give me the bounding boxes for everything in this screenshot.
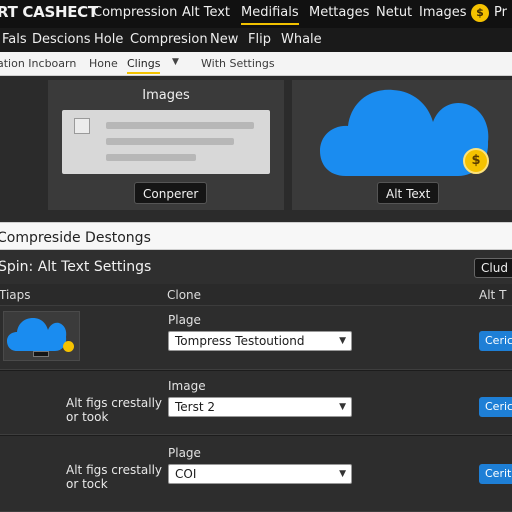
field-label: Image: [168, 379, 206, 393]
cloud-icon: [7, 318, 67, 351]
settings-bar: Spin: Alt Text Settings: [0, 250, 512, 284]
table-header: Tiaps Clone Alt T: [0, 284, 512, 306]
compress-button[interactable]: Conperer: [134, 182, 208, 204]
nav-medifials[interactable]: Medifials: [241, 5, 299, 25]
column-header: Clone: [167, 288, 202, 302]
images-card-title: Images: [142, 88, 190, 103]
select-value: Tompress Testoutiond: [175, 334, 305, 348]
generate-button[interactable]: Ceric: [479, 397, 512, 417]
app-brand: RT CASHECT: [0, 3, 98, 21]
field-label: Plage: [168, 313, 201, 327]
top-nav: RT CASHECT Compression Alt Text Medifial…: [0, 0, 512, 28]
nav-compression[interactable]: Compression: [93, 5, 177, 20]
field-label: Plage: [168, 446, 201, 460]
menu-descions[interactable]: Descions: [32, 32, 91, 47]
tab-hone[interactable]: Hone: [89, 57, 118, 70]
coin-icon: [63, 341, 74, 352]
thumbnail-badge: [33, 351, 49, 357]
menu-bar: Fals Descions Hole Compresion New Flip W…: [0, 28, 512, 52]
tab-strip: ation Incboarn Hone Clings ▼ With Settin…: [0, 52, 512, 76]
nav-netut[interactable]: Netut: [376, 5, 412, 20]
placeholder-line: [106, 122, 254, 129]
menu-fals[interactable]: Fals: [2, 32, 27, 47]
select-dropdown[interactable]: Tompress Testoutiond ▼: [168, 331, 352, 351]
menu-whale[interactable]: Whale: [281, 32, 322, 47]
select-value: Terst 2: [175, 400, 216, 414]
chevron-down-icon: ▼: [339, 469, 346, 479]
select-dropdown[interactable]: COI ▼: [168, 464, 352, 484]
nav-mettages[interactable]: Mettages: [309, 5, 369, 20]
alt-text-button[interactable]: Alt Text: [377, 182, 440, 204]
generate-button[interactable]: Ceric: [479, 331, 512, 351]
row-label: Alt figs crestally or took: [66, 396, 163, 424]
generate-button[interactable]: Cerit: [479, 464, 512, 484]
row-label: Alt figs crestally or tock: [66, 463, 163, 491]
placeholder-line: [106, 154, 196, 161]
nav-alt-text[interactable]: Alt Text: [182, 5, 230, 20]
coin-icon[interactable]: $: [471, 4, 489, 22]
cloud-button[interactable]: Clud: [474, 258, 512, 278]
section-header: Compreside Destongs: [0, 222, 512, 250]
nav-pro[interactable]: Pr: [494, 5, 507, 20]
select-value: COI: [175, 467, 197, 481]
images-card: Images Conperer: [48, 80, 284, 210]
placeholder-line: [106, 138, 234, 145]
menu-flip[interactable]: Flip: [248, 32, 271, 47]
section-title: Compreside Destongs: [0, 230, 151, 246]
column-header: Tiaps: [0, 288, 31, 302]
tab-clings[interactable]: Clings: [127, 57, 161, 74]
image-placeholder: [62, 110, 270, 174]
menu-compresion[interactable]: Compresion: [130, 32, 208, 47]
settings-title: Spin: Alt Text Settings: [0, 259, 152, 275]
menu-hole[interactable]: Hole: [94, 32, 123, 47]
chevron-down-icon: ▼: [339, 336, 346, 346]
column-header: Alt T: [479, 288, 507, 302]
tab-with-settings[interactable]: With Settings: [201, 57, 275, 70]
chevron-down-icon: ▼: [339, 402, 346, 412]
tab-incboarn[interactable]: ation Incboarn: [0, 57, 76, 70]
nav-images[interactable]: Images: [419, 5, 467, 20]
coin-icon: $: [463, 148, 489, 174]
select-dropdown[interactable]: Terst 2 ▼: [168, 397, 352, 417]
menu-new[interactable]: New: [210, 32, 238, 47]
image-icon: [74, 118, 90, 134]
chevron-down-icon[interactable]: ▼: [172, 57, 179, 67]
